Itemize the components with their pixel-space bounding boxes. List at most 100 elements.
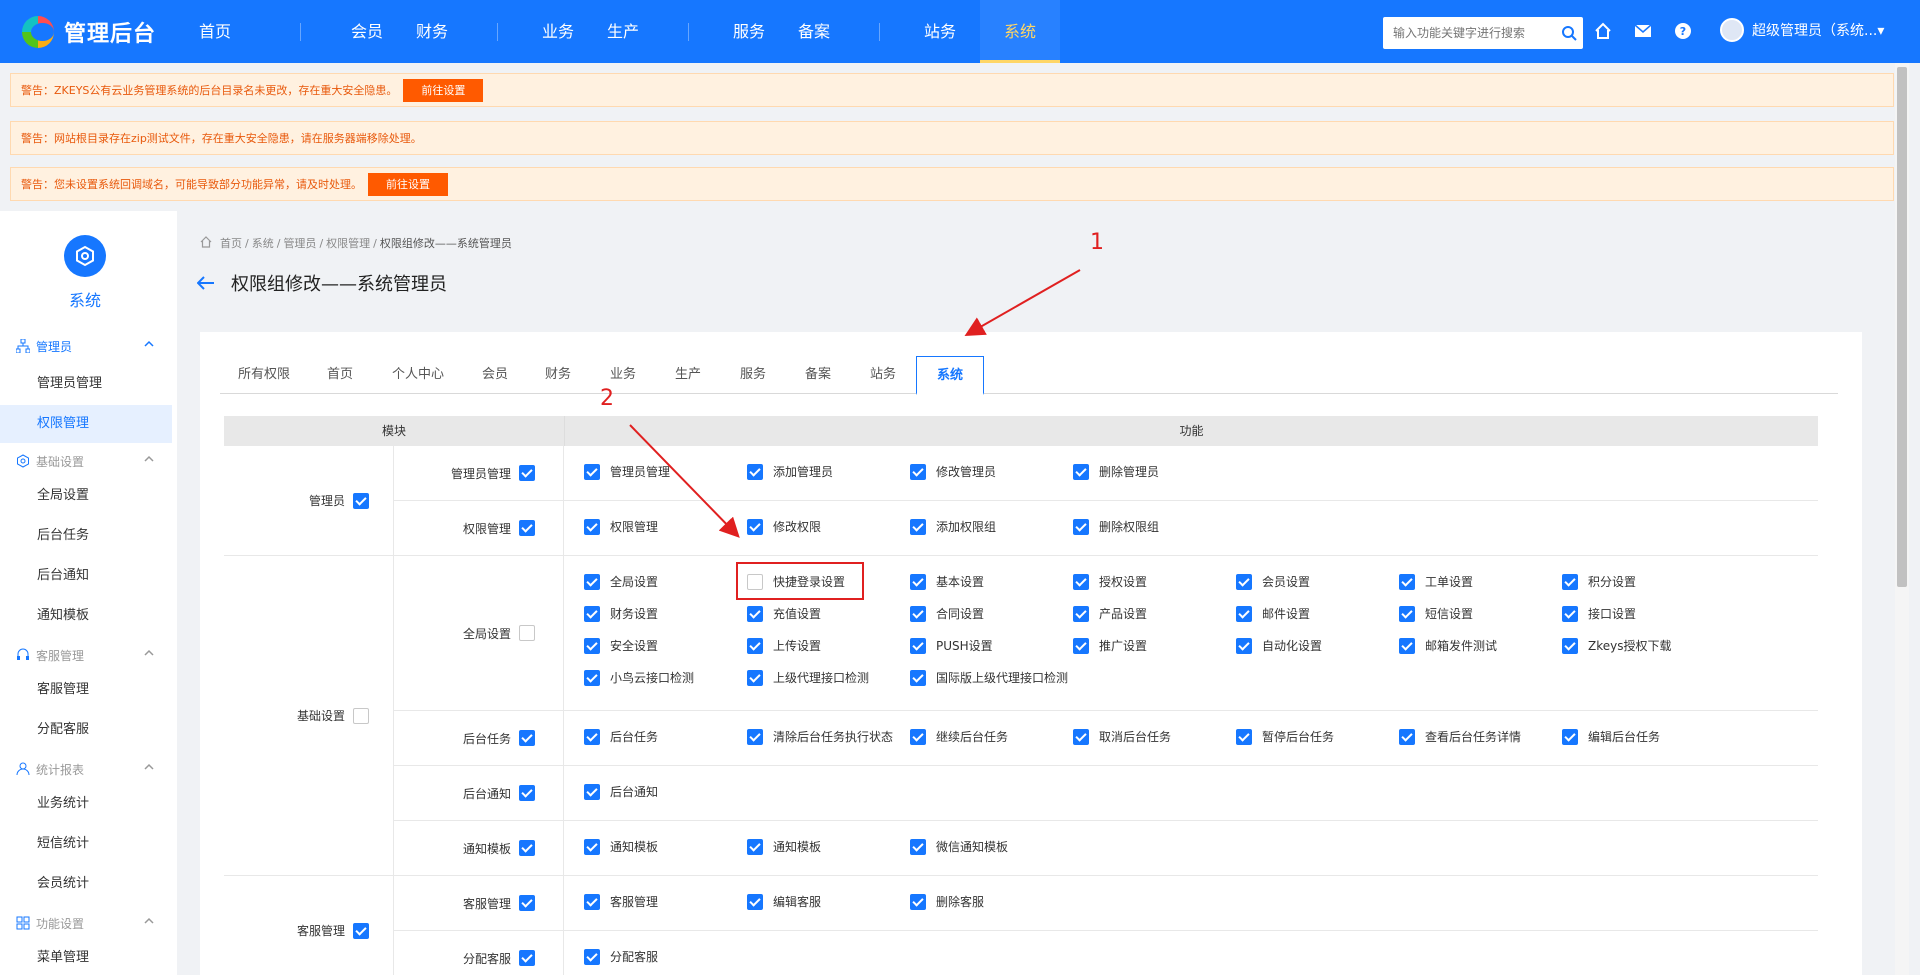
function-checkbox-item[interactable]: 编辑后台任务 xyxy=(1562,728,1660,745)
scrollbar-thumb[interactable] xyxy=(1897,67,1907,587)
breadcrumb-system[interactable]: 系统 xyxy=(252,235,274,251)
tab-system[interactable]: 系统 xyxy=(916,356,984,395)
function-checkbox-item[interactable]: 全局设置 xyxy=(584,573,658,590)
sidebar-group-reports[interactable]: 统计报表 xyxy=(14,758,154,780)
sidebar-item-notices[interactable]: 后台通知 xyxy=(0,557,172,595)
tab-filing[interactable]: 备案 xyxy=(786,356,850,394)
submodule-checkbox[interactable] xyxy=(519,625,535,641)
nav-finance[interactable]: 财务 xyxy=(397,0,467,63)
sidebar-group-support[interactable]: 客服管理 xyxy=(14,644,154,666)
tab-all[interactable]: 所有权限 xyxy=(220,356,308,394)
function-checkbox-item[interactable]: 小鸟云接口检测 xyxy=(584,669,694,686)
tab-site[interactable]: 站务 xyxy=(850,356,916,394)
submodule-checkbox[interactable] xyxy=(519,840,535,856)
submodule-checkbox[interactable] xyxy=(519,895,535,911)
function-checkbox-item[interactable]: 充值设置 xyxy=(747,605,821,622)
search-icon[interactable] xyxy=(1555,19,1583,47)
function-checkbox-item[interactable]: 修改管理员 xyxy=(910,463,996,480)
function-checkbox-item[interactable]: 国际版上级代理接口检测 xyxy=(910,669,1068,686)
sidebar-item-member-stats[interactable]: 会员统计 xyxy=(0,865,172,903)
function-checkbox-item[interactable]: 权限管理 xyxy=(584,518,658,535)
tab-member[interactable]: 会员 xyxy=(464,356,526,394)
function-checkbox-item[interactable]: 财务设置 xyxy=(584,605,658,622)
function-checkbox-item[interactable]: 产品设置 xyxy=(1073,605,1147,622)
function-checkbox-item[interactable]: 删除权限组 xyxy=(1073,518,1159,535)
function-checkbox-item[interactable]: 继续后台任务 xyxy=(910,728,1008,745)
tab-service[interactable]: 服务 xyxy=(720,356,786,394)
tab-profile[interactable]: 个人中心 xyxy=(372,356,464,394)
breadcrumb-home[interactable]: 首页 xyxy=(220,235,242,251)
function-checkbox-item[interactable]: 工单设置 xyxy=(1399,573,1473,590)
function-checkbox-item[interactable]: 后台通知 xyxy=(584,783,658,800)
module-checkbox[interactable] xyxy=(353,492,369,509)
nav-service[interactable]: 服务 xyxy=(719,0,779,63)
function-checkbox-item[interactable]: 授权设置 xyxy=(1073,573,1147,590)
user-menu[interactable]: 超级管理员（系统...▾ xyxy=(1720,18,1884,42)
search-input[interactable] xyxy=(1383,26,1555,40)
function-checkbox-item[interactable]: 添加权限组 xyxy=(910,518,996,535)
sidebar-item-tasks[interactable]: 后台任务 xyxy=(0,517,172,555)
module-checkbox[interactable] xyxy=(353,922,369,939)
sidebar-item-global[interactable]: 全局设置 xyxy=(0,477,172,515)
function-checkbox-item[interactable]: 暂停后台任务 xyxy=(1236,728,1334,745)
function-checkbox-item[interactable]: 通知模板 xyxy=(584,838,658,855)
function-checkbox-item[interactable]: 微信通知模板 xyxy=(910,838,1008,855)
function-checkbox-item[interactable]: 清除后台任务执行状态 xyxy=(747,728,893,745)
submodule-checkbox[interactable] xyxy=(519,465,535,481)
submodule-checkbox[interactable] xyxy=(519,730,535,746)
submodule-checkbox[interactable] xyxy=(519,785,535,801)
logo[interactable]: 管理后台 xyxy=(22,14,156,50)
home-icon[interactable] xyxy=(1592,20,1614,42)
nav-members[interactable]: 会员 xyxy=(337,0,397,63)
function-checkbox-item[interactable]: 分配客服 xyxy=(584,948,658,965)
function-checkbox-item[interactable]: 管理员管理 xyxy=(584,463,670,480)
submodule-checkbox[interactable] xyxy=(519,520,535,536)
sidebar-group-admin[interactable]: 管理员 xyxy=(14,335,154,357)
sidebar-item-admin-manage[interactable]: 管理员管理 xyxy=(0,365,172,403)
function-checkbox-item[interactable]: 接口设置 xyxy=(1562,605,1636,622)
function-checkbox-item[interactable]: PUSH设置 xyxy=(910,637,993,654)
function-checkbox-item[interactable]: 查看后台任务详情 xyxy=(1399,728,1521,745)
goto-settings-button[interactable]: 前往设置 xyxy=(403,78,484,102)
nav-site[interactable]: 站务 xyxy=(910,0,970,63)
function-checkbox-item[interactable]: 基本设置 xyxy=(910,573,984,590)
function-checkbox-item[interactable]: 通知模板 xyxy=(747,838,821,855)
sidebar-item-sms-stats[interactable]: 短信统计 xyxy=(0,825,172,863)
function-checkbox-item[interactable]: 添加管理员 xyxy=(747,463,833,480)
sidebar-item-support-manage[interactable]: 客服管理 xyxy=(0,671,172,709)
function-checkbox-item[interactable]: 删除客服 xyxy=(910,893,984,910)
function-checkbox-item[interactable]: 后台任务 xyxy=(584,728,658,745)
tab-home[interactable]: 首页 xyxy=(308,356,372,394)
tab-finance[interactable]: 财务 xyxy=(526,356,590,394)
help-icon[interactable]: ? xyxy=(1672,20,1694,42)
goto-settings-button[interactable]: 前往设置 xyxy=(368,172,448,196)
function-checkbox-item[interactable]: 合同设置 xyxy=(910,605,984,622)
sidebar-item-templates[interactable]: 通知模板 xyxy=(0,597,172,635)
breadcrumb-admin[interactable]: 管理员 xyxy=(283,235,316,251)
breadcrumb-permission[interactable]: 权限管理 xyxy=(326,235,370,251)
nav-home[interactable]: 首页 xyxy=(180,0,250,63)
function-checkbox-item[interactable]: 推广设置 xyxy=(1073,637,1147,654)
function-checkbox-item[interactable]: 删除管理员 xyxy=(1073,463,1159,480)
function-checkbox-item[interactable]: 邮件设置 xyxy=(1236,605,1310,622)
tab-production[interactable]: 生产 xyxy=(656,356,720,394)
sidebar-group-features[interactable]: 功能设置 xyxy=(14,912,154,934)
function-checkbox-item[interactable]: 会员设置 xyxy=(1236,573,1310,590)
sidebar-item-menu-manage[interactable]: 菜单管理 xyxy=(0,939,172,975)
page-scrollbar[interactable] xyxy=(1895,63,1909,975)
submodule-checkbox[interactable] xyxy=(519,950,535,966)
module-checkbox[interactable] xyxy=(353,707,369,724)
nav-business[interactable]: 业务 xyxy=(528,0,588,63)
nav-production[interactable]: 生产 xyxy=(588,0,658,63)
sidebar-item-business-stats[interactable]: 业务统计 xyxy=(0,785,172,823)
function-checkbox-item[interactable]: 客服管理 xyxy=(584,893,658,910)
nav-filing[interactable]: 备案 xyxy=(779,0,849,63)
back-arrow-icon[interactable] xyxy=(197,271,221,295)
function-checkbox-item[interactable]: 短信设置 xyxy=(1399,605,1473,622)
sidebar-group-basic[interactable]: 基础设置 xyxy=(14,450,154,472)
function-checkbox-item[interactable]: 邮箱发件测试 xyxy=(1399,637,1497,654)
function-checkbox-item[interactable]: 积分设置 xyxy=(1562,573,1636,590)
function-checkbox-item[interactable]: 上级代理接口检测 xyxy=(747,669,869,686)
function-checkbox-item[interactable]: 取消后台任务 xyxy=(1073,728,1171,745)
function-checkbox-item[interactable]: 上传设置 xyxy=(747,637,821,654)
